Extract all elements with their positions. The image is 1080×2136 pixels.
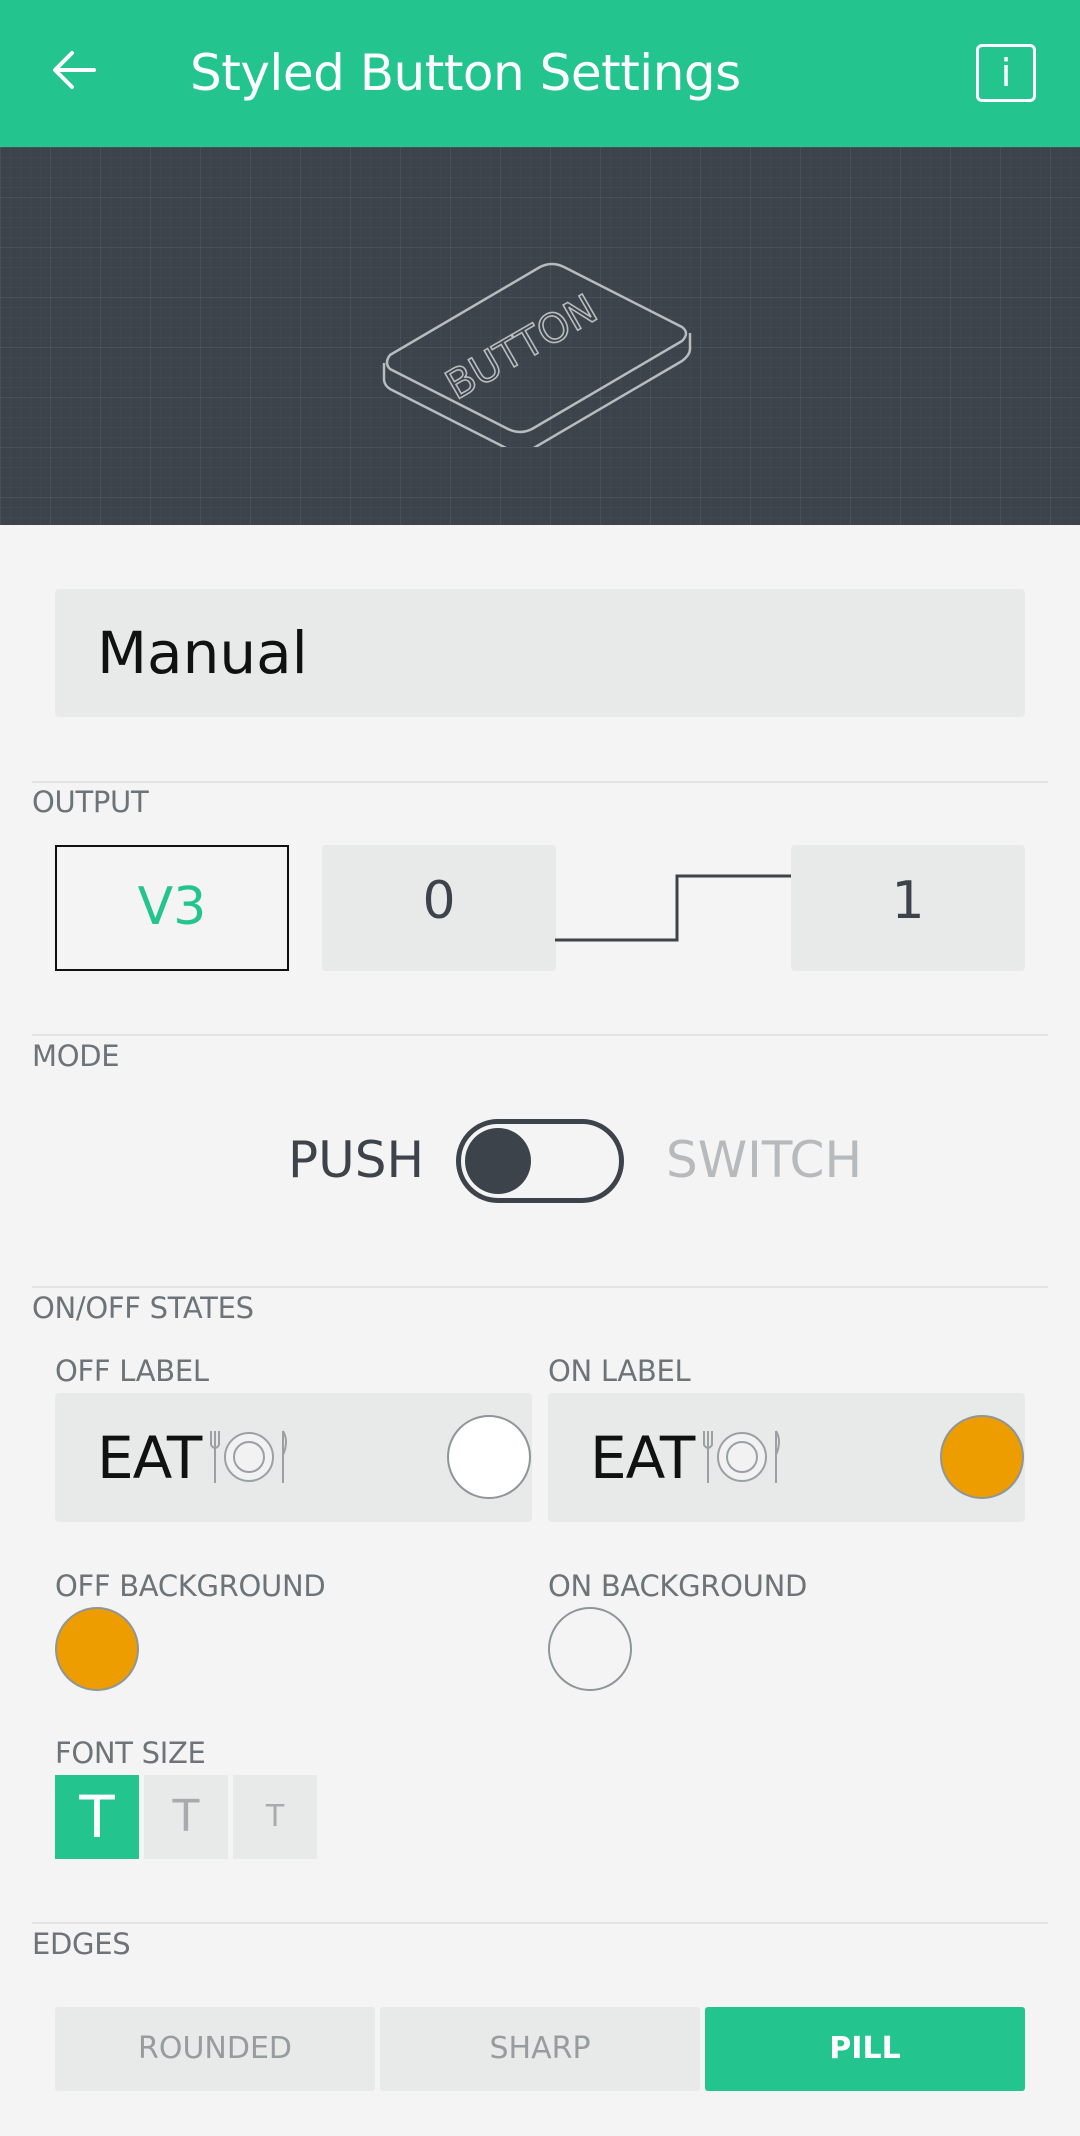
widget-name-value: Manual — [97, 619, 308, 687]
font-size-large-button[interactable]: T — [55, 1775, 139, 1859]
edges-section-label: EDGES — [32, 1927, 131, 1961]
mode-section-label: MODE — [32, 1039, 120, 1073]
plate-with-cutlery-icon — [210, 1430, 287, 1483]
divider — [32, 781, 1048, 783]
off-label-color-picker[interactable] — [447, 1415, 531, 1499]
button-illustration-label: BUTTON — [438, 286, 605, 409]
off-label-input[interactable]: EAT — [55, 1393, 532, 1522]
off-label-caption: OFF LABEL — [55, 1354, 209, 1388]
edge-pill-button[interactable]: PILL — [705, 2007, 1025, 2091]
mode-toggle[interactable] — [456, 1119, 624, 1203]
font-size-caption: FONT SIZE — [55, 1736, 206, 1770]
states-section-label: ON/OFF STATES — [32, 1291, 254, 1325]
toggle-knob — [465, 1128, 531, 1194]
divider — [32, 1922, 1048, 1924]
off-label-value: EAT — [97, 1424, 202, 1492]
high-value-input[interactable]: 1 — [791, 845, 1025, 971]
plate-with-cutlery-icon — [703, 1430, 780, 1483]
page-title: Styled Button Settings — [190, 44, 741, 102]
on-label-caption: ON LABEL — [548, 1354, 691, 1388]
off-background-caption: OFF BACKGROUND — [55, 1569, 326, 1603]
on-label-input[interactable]: EAT — [548, 1393, 1025, 1522]
edge-sharp-button[interactable]: SHARP — [380, 2007, 700, 2091]
font-size-small-button[interactable]: T — [233, 1775, 317, 1859]
mode-switch-label[interactable]: SWITCH — [666, 1130, 862, 1190]
back-arrow-icon[interactable] — [44, 40, 104, 100]
output-section-label: OUTPUT — [32, 785, 149, 819]
divider — [32, 1034, 1048, 1036]
off-background-color-picker[interactable] — [55, 1607, 139, 1691]
info-button[interactable]: i — [976, 44, 1036, 102]
widget-preview: BUTTON — [0, 147, 1080, 525]
app-bar: Styled Button Settings i — [0, 0, 1080, 147]
pin-selector[interactable]: V3 — [55, 845, 289, 971]
on-background-color-picker[interactable] — [548, 1607, 632, 1691]
on-label-color-picker[interactable] — [940, 1415, 1024, 1499]
font-size-medium-button[interactable]: T — [144, 1775, 228, 1859]
on-label-value: EAT — [590, 1424, 695, 1492]
divider — [32, 1286, 1048, 1288]
mode-push-label[interactable]: PUSH — [288, 1130, 424, 1190]
signal-step-icon — [555, 874, 791, 942]
button-illustration: BUTTON — [382, 262, 692, 447]
widget-name-input[interactable]: Manual — [55, 589, 1025, 717]
on-background-caption: ON BACKGROUND — [548, 1569, 808, 1603]
low-value-input[interactable]: 0 — [322, 845, 556, 971]
edge-rounded-button[interactable]: ROUNDED — [55, 2007, 375, 2091]
